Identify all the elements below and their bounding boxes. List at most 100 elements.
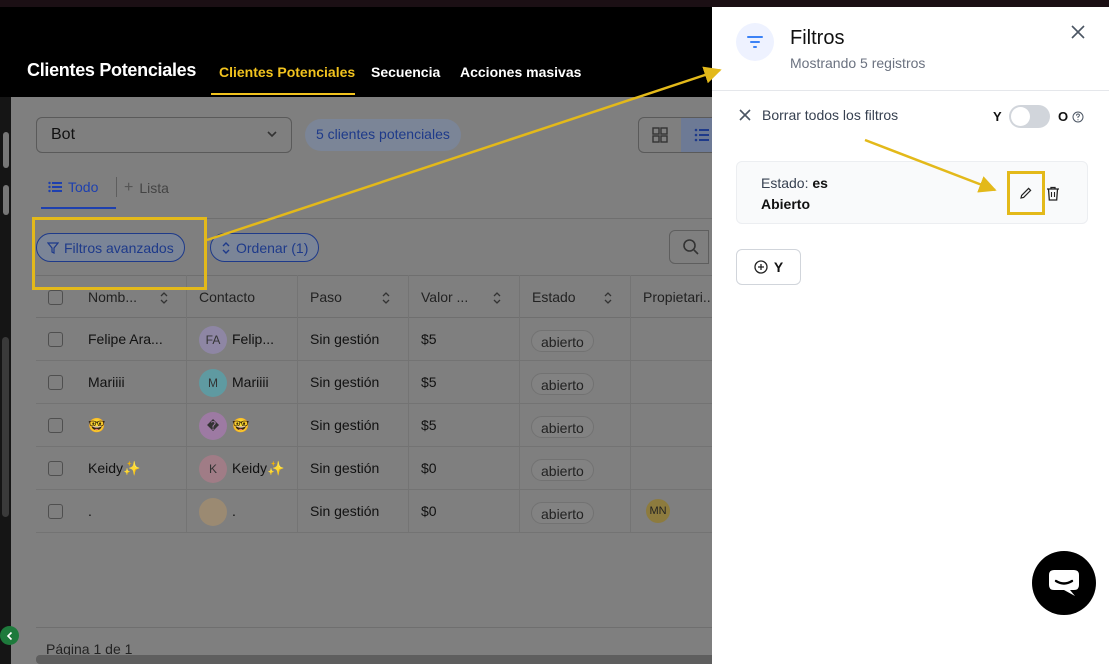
row-checkbox[interactable] (48, 332, 63, 347)
pencil-icon (1020, 187, 1032, 199)
row-checkbox[interactable] (48, 461, 63, 476)
search-icon (683, 239, 699, 255)
condition-value: Abierto (761, 196, 810, 212)
table-row[interactable]: Keidy✨ K Keidy✨ Sin gestión $0 abierto (36, 447, 712, 490)
app-title: Clientes Potenciales (27, 60, 197, 80)
chat-icon (1049, 570, 1079, 596)
condition-field: Estado: (761, 175, 809, 191)
tab-clientes-potenciales[interactable]: Clientes Potenciales (219, 64, 355, 80)
avatar: � (199, 412, 227, 440)
avatar: FA (199, 326, 227, 354)
status-badge: abierto (531, 459, 594, 481)
list-icon (694, 128, 709, 142)
pipeline-select[interactable]: Bot (36, 117, 292, 153)
list-view-button[interactable] (681, 118, 712, 152)
sort-icon[interactable] (492, 291, 502, 305)
filter-lines-icon (747, 36, 763, 48)
add-condition-label: Y (773, 259, 784, 275)
filter-condition-card[interactable]: Estado: es Abierto (736, 161, 1088, 224)
contact-name[interactable]: . (232, 503, 236, 519)
condition-operator: es (812, 175, 828, 191)
grid-view-button[interactable] (639, 118, 681, 152)
highlight-box (32, 217, 207, 290)
collapse-sidebar-button[interactable] (0, 626, 19, 645)
toggle-knob (1011, 107, 1030, 126)
deal-value: $0 (421, 460, 437, 476)
column-header[interactable]: Contacto (199, 289, 255, 305)
step-value: Sin gestión (310, 374, 380, 390)
row-checkbox[interactable] (48, 418, 63, 433)
rail-handle (3, 132, 9, 168)
sort-button[interactable]: Ordenar (1) (210, 233, 320, 262)
divider (36, 627, 712, 628)
contact-name[interactable]: Mariiii (232, 374, 269, 390)
horizontal-scrollbar[interactable] (36, 655, 712, 664)
column-header[interactable]: Valor ... (421, 289, 468, 305)
active-tab-underline (211, 93, 355, 95)
and-or-toggle[interactable] (1009, 105, 1050, 128)
edit-condition-button[interactable] (1007, 171, 1045, 215)
step-value: Sin gestión (310, 331, 380, 347)
active-view-underline (41, 207, 116, 209)
view-tab-todo-label: Todo (68, 179, 99, 195)
lead-name[interactable]: . (88, 503, 92, 519)
close-icon[interactable] (1070, 24, 1086, 40)
column-header[interactable]: Propietari... (643, 289, 712, 305)
view-tab-lista[interactable]: + Lista (124, 179, 169, 197)
clear-all-filters-label: Borrar todos los filtros (762, 107, 899, 123)
lead-name[interactable]: Mariiii (88, 374, 125, 390)
lead-name[interactable]: 🤓 (88, 417, 105, 434)
divider (712, 90, 1109, 91)
status-badge: abierto (531, 330, 594, 352)
table-row[interactable]: Felipe Ara... FA Felip... Sin gestión $5… (36, 318, 712, 361)
vertical-scrollbar[interactable] (2, 337, 9, 517)
table-row[interactable]: 🤓 � 🤓 Sin gestión $5 abierto (36, 404, 712, 447)
sort-icon[interactable] (159, 291, 169, 305)
contact-name[interactable]: Felip... (232, 331, 274, 347)
tab-acciones-masivas[interactable]: Acciones masivas (460, 64, 581, 80)
column-header[interactable]: Estado (532, 289, 576, 305)
status-badge: abierto (531, 416, 594, 438)
deal-value: $5 (421, 374, 437, 390)
rail-handle (3, 185, 9, 215)
status-badge: abierto (531, 502, 594, 524)
step-value: Sin gestión (310, 460, 380, 476)
avatar: M (199, 369, 227, 397)
avatar (199, 498, 227, 526)
plus-circle-icon (754, 260, 768, 274)
sort-icon[interactable] (381, 291, 391, 305)
count-badge: 5 clientes potenciales (305, 119, 461, 151)
lead-name[interactable]: Keidy✨ (88, 460, 140, 477)
sort-icon (222, 241, 230, 254)
table-row[interactable]: Mariiii M Mariiii Sin gestión $5 abierto (36, 361, 712, 404)
column-header[interactable]: Nomb... (88, 289, 137, 305)
sort-icon[interactable] (603, 291, 613, 305)
left-rail (0, 97, 11, 664)
help-icon[interactable] (1072, 111, 1084, 123)
row-checkbox[interactable] (48, 375, 63, 390)
contact-name[interactable]: Keidy✨ (232, 460, 284, 477)
chat-launcher-button[interactable] (1032, 551, 1096, 615)
status-badge: abierto (531, 373, 594, 395)
column-header[interactable]: Paso (310, 289, 342, 305)
add-and-condition-button[interactable]: Y (736, 249, 801, 285)
view-tab-todo[interactable]: Todo (48, 179, 98, 195)
close-icon (739, 109, 751, 121)
select-all-checkbox[interactable] (48, 290, 63, 305)
chevron-left-icon (6, 631, 12, 640)
top-strip (0, 0, 1109, 7)
filter-badge (736, 23, 774, 61)
trash-icon[interactable] (1046, 186, 1060, 201)
list-icon (48, 181, 62, 193)
contact-name[interactable]: 🤓 (232, 417, 249, 434)
tab-secuencia[interactable]: Secuencia (371, 64, 440, 80)
condition-summary: Estado: es (761, 175, 828, 191)
search-button[interactable] (669, 230, 709, 264)
lead-name[interactable]: Felipe Ara... (88, 331, 163, 347)
panel-subtitle: Mostrando 5 registros (790, 55, 926, 71)
table-row[interactable]: . . Sin gestión $0 abierto MN (36, 490, 712, 533)
panel-title: Filtros (790, 27, 845, 49)
clear-all-filters-button[interactable]: Borrar todos los filtros (738, 107, 898, 123)
grid-icon (652, 127, 668, 143)
row-checkbox[interactable] (48, 504, 63, 519)
